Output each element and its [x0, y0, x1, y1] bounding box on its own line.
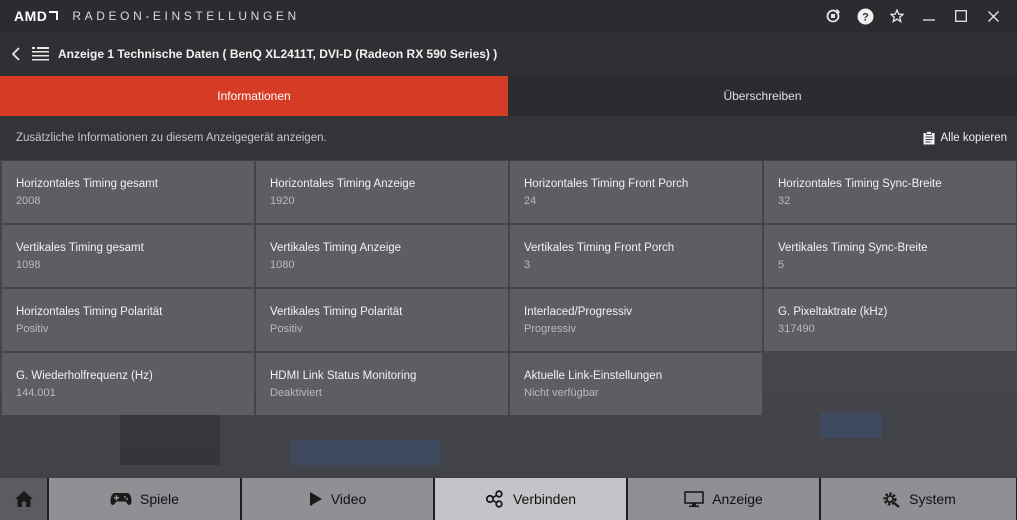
spec-label: Interlaced/Progressiv [524, 306, 633, 318]
minimize-icon[interactable] [913, 0, 945, 32]
maximize-icon[interactable] [945, 0, 977, 32]
spec-label: Vertikales Timing Polarität [270, 306, 403, 318]
spec-value: 32 [778, 195, 791, 207]
spec-label: Horizontales Timing gesamt [16, 178, 158, 190]
spec-value: 3 [524, 259, 531, 271]
page-header: Anzeige 1 Technische Daten ( BenQ XL2411… [0, 32, 1017, 76]
monitor-icon [684, 490, 705, 507]
spec-value: Progressiv [524, 323, 576, 335]
spec-cell: G. Wiederholfrequenz (Hz) 144.001 [2, 353, 254, 415]
nav-spiele[interactable]: Spiele [49, 478, 240, 520]
spec-cell: Horizontales Timing Front Porch 24 [510, 161, 762, 223]
spec-cell: Vertikales Timing Anzeige 1080 [256, 225, 508, 287]
spec-cell: Horizontales Timing Anzeige 1920 [256, 161, 508, 223]
nav-system-label: System [909, 491, 956, 507]
spec-cell: Interlaced/Progressiv Progressiv [510, 289, 762, 351]
gamepad-icon [110, 493, 132, 505]
spec-value: 24 [524, 195, 537, 207]
close-icon[interactable] [977, 0, 1009, 32]
spec-value: 1920 [270, 195, 295, 207]
svg-text:?: ? [862, 11, 869, 23]
nav-video[interactable]: Video [242, 478, 433, 520]
refresh-icon[interactable] [817, 0, 849, 32]
spec-value: Nicht verfügbar [524, 387, 599, 399]
spec-label: Vertikales Timing gesamt [16, 242, 144, 254]
spec-label: Horizontales Timing Front Porch [524, 178, 689, 190]
spec-cell: Horizontales Timing gesamt 2008 [2, 161, 254, 223]
home-icon [14, 491, 33, 507]
spec-cell: Aktuelle Link-Einstellungen Nicht verfügb… [510, 353, 762, 415]
background-shape [290, 440, 440, 465]
list-menu-icon[interactable] [32, 46, 50, 62]
spec-label: G. Pixeltaktrate (kHz) [778, 306, 888, 318]
tab-ueberschreiben[interactable]: Überschreiben [508, 76, 1017, 116]
nav-spiele-label: Spiele [140, 491, 179, 507]
copy-all-button[interactable]: Alle kopieren [923, 131, 1007, 145]
spec-label: HDMI Link Status Monitoring [270, 370, 417, 382]
spec-label: Vertikales Timing Anzeige [270, 242, 402, 254]
connect-icon [485, 490, 503, 508]
info-bar: Zusätzliche Informationen zu diesem Anze… [0, 116, 1017, 160]
spec-value: 144.001 [16, 387, 56, 399]
bottom-nav: Spiele Video Verbinden Anzeige System [0, 478, 1017, 520]
spec-label: Aktuelle Link-Einstellungen [524, 370, 663, 382]
app-title: RADEON-EINSTELLUNGEN [72, 9, 300, 23]
nav-anzeige[interactable]: Anzeige [628, 478, 819, 520]
spec-cell: Vertikales Timing Sync-Breite 5 [764, 225, 1016, 287]
nav-system[interactable]: System [821, 478, 1016, 520]
spec-label: Horizontales Timing Sync-Breite [778, 178, 942, 190]
window-controls: ? [817, 0, 1009, 32]
spec-cell: Vertikales Timing Polarität Positiv [256, 289, 508, 351]
spec-value: Deaktiviert [270, 387, 322, 399]
help-icon[interactable]: ? [849, 0, 881, 32]
nav-verbinden[interactable]: Verbinden [435, 478, 626, 520]
nav-video-label: Video [330, 491, 367, 507]
page-title: Anzeige 1 Technische Daten ( BenQ XL2411… [58, 47, 498, 61]
spec-value: 317490 [778, 323, 815, 335]
brand: AMD RADEON-EINSTELLUNGEN [14, 8, 300, 24]
amd-logo: AMD [14, 8, 59, 24]
nav-verbinden-label: Verbinden [512, 491, 577, 507]
spec-cell: Vertikales Timing gesamt 1098 [2, 225, 254, 287]
spec-grid: Horizontales Timing gesamt 2008 Horizonta… [2, 161, 1016, 415]
clipboard-icon [923, 131, 935, 145]
copy-all-label: Alle kopieren [940, 132, 1007, 144]
star-icon[interactable] [881, 0, 913, 32]
back-button[interactable] [0, 32, 32, 76]
background-shape [820, 412, 882, 438]
spec-value: Positiv [16, 323, 49, 335]
chevron-left-icon [11, 47, 20, 61]
background-shape [120, 415, 220, 465]
spec-cell: Vertikales Timing Front Porch 3 [510, 225, 762, 287]
spec-cell: G. Pixeltaktrate (kHz) 317490 [764, 289, 1016, 351]
spec-label: G. Wiederholfrequenz (Hz) [16, 370, 153, 382]
spec-value: 1080 [270, 259, 295, 271]
home-button[interactable] [0, 478, 47, 520]
spec-value: 1098 [16, 259, 41, 271]
spec-value: Positiv [270, 323, 303, 335]
play-icon [309, 492, 322, 506]
spec-cell: Horizontales Timing Sync-Breite 32 [764, 161, 1016, 223]
spec-label: Horizontales Timing Anzeige [270, 178, 416, 190]
tab-bar: Informationen Überschreiben [0, 76, 1017, 116]
title-bar: AMD RADEON-EINSTELLUNGEN ? [0, 0, 1017, 32]
info-description: Zusätzliche Informationen zu diesem Anze… [16, 132, 327, 144]
spec-cell: Horizontales Timing Polarität Positiv [2, 289, 254, 351]
tab-informationen[interactable]: Informationen [0, 76, 508, 116]
spec-cell: HDMI Link Status Monitoring Deaktiviert [256, 353, 508, 415]
spec-value: 5 [778, 259, 785, 271]
gear-icon [883, 492, 900, 508]
spec-label: Horizontales Timing Polarität [16, 306, 163, 318]
spec-value: 2008 [16, 195, 41, 207]
nav-anzeige-label: Anzeige [712, 491, 763, 507]
spec-label: Vertikales Timing Front Porch [524, 242, 675, 254]
spec-label: Vertikales Timing Sync-Breite [778, 242, 928, 254]
